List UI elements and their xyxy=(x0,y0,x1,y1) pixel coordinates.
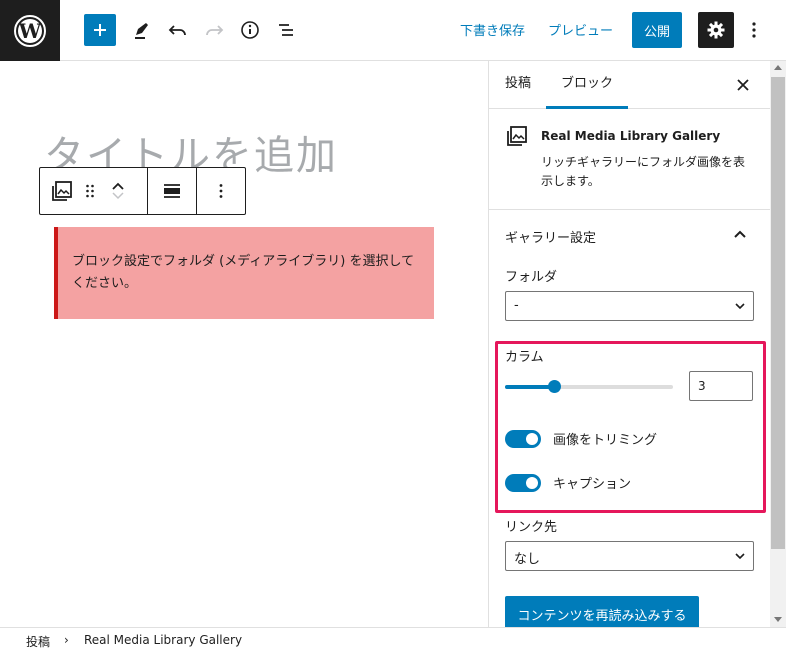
close-icon xyxy=(737,79,749,91)
block-toolbar-group-align xyxy=(148,168,197,214)
chevron-down-icon xyxy=(735,553,745,560)
scroll-down-arrow-icon[interactable] xyxy=(774,617,782,622)
block-card-description: リッチギャラリーにフォルダ画像を表示します。 xyxy=(541,155,746,188)
caption-label: キャプション xyxy=(553,477,632,492)
redo-icon xyxy=(206,25,224,36)
redo-button[interactable] xyxy=(198,14,230,46)
block-type-button[interactable] xyxy=(48,168,76,214)
svg-text:W: W xyxy=(18,19,42,43)
kebab-menu-icon xyxy=(752,22,756,38)
chevron-down-icon xyxy=(735,303,745,310)
block-card-title: Real Media Library Gallery xyxy=(541,129,721,143)
block-card: Real Media Library Gallery リッチギャラリーにフォルダ… xyxy=(489,109,770,210)
align-icon xyxy=(164,184,180,198)
link-to-label: リンク先 xyxy=(505,520,558,535)
reload-content-button[interactable]: コンテンツを再読み込みする xyxy=(505,596,699,627)
undo-button[interactable] xyxy=(162,14,194,46)
settings-button[interactable] xyxy=(698,12,734,48)
chevron-up-icon[interactable] xyxy=(111,181,125,191)
add-block-button[interactable] xyxy=(84,14,116,46)
sidebar-scrollbar[interactable] xyxy=(770,61,786,627)
crop-images-label: 画像をトリミング xyxy=(553,433,658,448)
columns-label: カラム xyxy=(505,350,544,365)
pencil-icon xyxy=(135,23,148,39)
list-view-icon xyxy=(279,24,293,36)
tab-block[interactable]: ブロック xyxy=(546,61,628,109)
block-toolbar-group-more xyxy=(197,168,245,214)
breadcrumb-separator: › xyxy=(64,633,69,647)
columns-input[interactable]: 3 xyxy=(689,371,753,401)
block-toolbar xyxy=(39,167,246,215)
kebab-menu-icon xyxy=(219,184,223,198)
crop-images-toggle[interactable] xyxy=(505,430,541,448)
drag-handle[interactable] xyxy=(76,168,104,214)
plus-icon xyxy=(94,24,106,36)
breadcrumb-current[interactable]: Real Media Library Gallery xyxy=(84,633,242,647)
wordpress-logo-icon[interactable]: W xyxy=(0,0,60,61)
gallery-settings-panel-toggle[interactable]: ギャラリー設定 xyxy=(489,210,770,260)
breadcrumb-root[interactable]: 投稿 xyxy=(26,633,50,650)
link-to-select-value: なし xyxy=(514,552,541,567)
move-buttons xyxy=(104,168,132,214)
breadcrumb: 投稿 › Real Media Library Gallery xyxy=(0,627,786,652)
block-options-button[interactable] xyxy=(207,168,235,214)
block-toolbar-group-main xyxy=(40,168,148,214)
folder-select-value: - xyxy=(514,298,519,313)
save-draft-button[interactable]: 下書き保存 xyxy=(460,20,525,39)
details-button[interactable] xyxy=(234,14,266,46)
gallery-icon xyxy=(506,125,528,151)
folder-label: フォルダ xyxy=(505,270,558,285)
chevron-down-icon[interactable] xyxy=(111,191,125,201)
info-icon xyxy=(241,21,259,39)
undo-icon xyxy=(168,25,186,36)
columns-slider-thumb[interactable] xyxy=(547,380,561,393)
tools-button[interactable] xyxy=(126,14,158,46)
folder-select[interactable]: - xyxy=(505,291,754,321)
options-menu-button[interactable] xyxy=(738,14,770,46)
editor-header: W 下書き保存 プレビュー 公開 xyxy=(0,0,786,61)
tab-post[interactable]: 投稿 xyxy=(505,61,531,109)
panel-title: ギャラリー設定 xyxy=(505,231,597,246)
folder-notice: ブロック設定でフォルダ (メディアライブラリ) を選択してください。 xyxy=(54,227,434,319)
columns-slider[interactable] xyxy=(505,380,673,393)
sidebar-tabs: 投稿 ブロック xyxy=(489,61,770,109)
gallery-icon xyxy=(52,181,72,201)
gear-icon xyxy=(707,21,725,39)
settings-sidebar: 投稿 ブロック Real Media Library Gallery リッチギャ… xyxy=(488,61,770,627)
scrollbar-thumb[interactable] xyxy=(771,77,785,549)
toggle-knob xyxy=(526,433,538,445)
scroll-up-arrow-icon[interactable] xyxy=(774,65,782,70)
chevron-up-icon xyxy=(733,226,747,245)
publish-button[interactable]: 公開 xyxy=(632,12,682,48)
link-to-select[interactable]: なし xyxy=(505,541,754,571)
preview-button[interactable]: プレビュー xyxy=(548,20,613,39)
align-button[interactable] xyxy=(158,168,186,214)
list-view-button[interactable] xyxy=(270,14,302,46)
toggle-knob xyxy=(526,477,538,489)
close-sidebar-button[interactable] xyxy=(733,75,753,95)
editor-canvas: タイトルを追加 ブロック設定でフォルダ (メディアライブラリ) を選択してくださ… xyxy=(0,61,488,627)
columns-slider-fill xyxy=(505,385,554,389)
drag-handle-icon xyxy=(86,184,94,198)
caption-toggle[interactable] xyxy=(505,474,541,492)
